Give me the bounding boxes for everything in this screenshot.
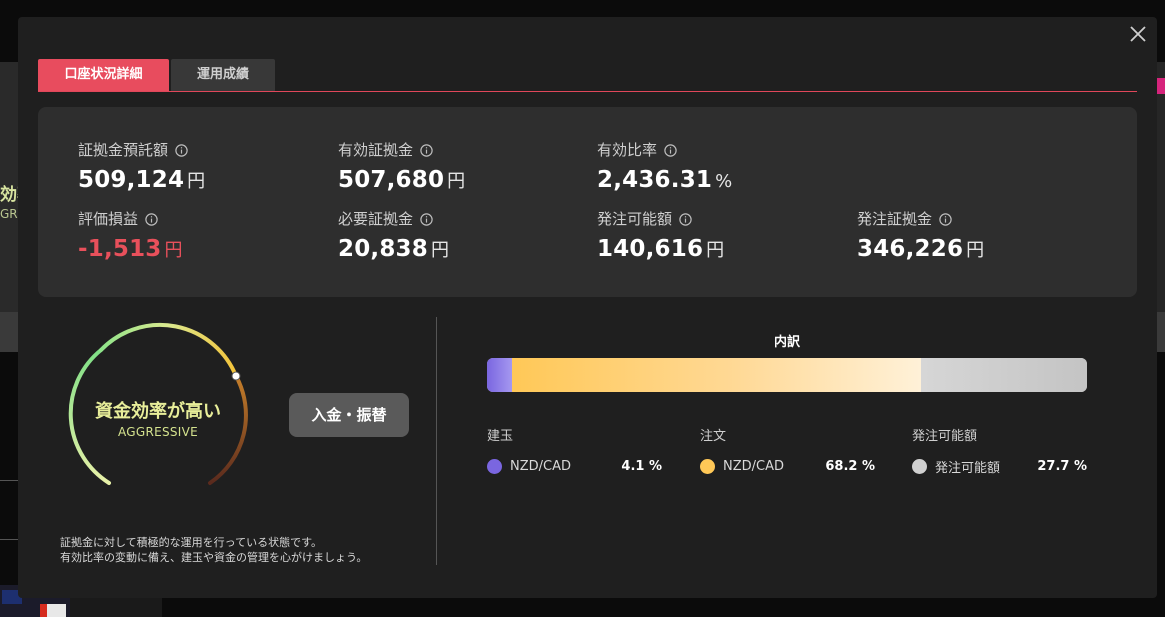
bar-segment-orders (511, 358, 921, 392)
info-icon[interactable] (420, 212, 433, 226)
unrealized-pl-unit: 円 (164, 240, 183, 261)
legend-pct-positions: 4.1 % (621, 458, 662, 474)
background-lines-left (0, 480, 18, 540)
unrealized-pl-value: -1,513 (78, 236, 162, 262)
gauge-subtitle: AGGRESSIVE (117, 425, 199, 439)
tab-bar: 口座状況詳細 運用成績 (38, 59, 1137, 92)
order-margin-value: 346,226 (857, 236, 964, 262)
background-strip-left (0, 312, 18, 352)
cad-flag-icon (40, 604, 66, 617)
breakdown-bar (487, 358, 1087, 392)
tab-account-status[interactable]: 口座状況詳細 (38, 59, 169, 91)
margin-deposit-label: 証拠金預託額 (78, 140, 169, 159)
required-margin-value: 20,838 (338, 236, 428, 262)
margin-deposit-unit: 円 (187, 171, 206, 192)
legend-header-positions: 建玉 (487, 429, 514, 444)
info-icon[interactable] (679, 212, 692, 226)
legend-name-orders: NZD/CAD (723, 458, 785, 474)
info-icon[interactable] (420, 143, 433, 157)
available-order-cell: 発注可能額 140,616 円 (597, 208, 847, 263)
legend-available: 発注可能額 発注可能額 27.7 % (912, 425, 1087, 476)
legend-name-available: 発注可能額 (935, 460, 1001, 476)
unrealized-pl-label: 評価損益 (78, 209, 139, 228)
legend-orders: 注文 NZD/CAD 68.2 % (700, 425, 875, 474)
tab-performance[interactable]: 運用成績 (171, 59, 275, 91)
available-order-value: 140,616 (597, 236, 704, 262)
legend-pct-orders: 68.2 % (825, 458, 875, 474)
info-icon[interactable] (175, 143, 188, 157)
required-margin-unit: 円 (430, 240, 449, 261)
order-margin-unit: 円 (966, 240, 985, 261)
account-status-modal: 口座状況詳細 運用成績 証拠金預託額 509,124 円 有効証拠金 507,68… (18, 17, 1157, 598)
legend-header-orders: 注文 (700, 429, 727, 444)
gauge-title: 資金効率が高い (95, 401, 221, 422)
efficiency-gauge: 資金効率が高い AGGRESSIVE (68, 322, 248, 497)
effective-margin-value: 507,680 (338, 167, 445, 193)
margin-deposit-value: 509,124 (78, 167, 185, 193)
description-line-1: 証拠金に対して積極的な運用を行っている状態です。 (60, 536, 323, 549)
info-icon[interactable] (939, 212, 952, 226)
available-order-label: 発注可能額 (597, 209, 673, 228)
background-strip-right (1157, 312, 1165, 352)
status-description: 証拠金に対して積極的な運用を行っている状態です。 有効比率の変動に備え、建玉や資… (60, 535, 367, 565)
breakdown-title: 内訳 (773, 335, 800, 350)
bar-segment-positions (487, 358, 512, 392)
background-badge-right (1157, 78, 1165, 94)
legend-positions: 建玉 NZD/CAD 4.1 % (487, 425, 662, 474)
effective-ratio-value: 2,436.31 (597, 167, 713, 193)
legend-pct-available: 27.7 % (1037, 458, 1087, 474)
legend-name-positions: NZD/CAD (510, 458, 572, 474)
available-order-unit: 円 (706, 240, 725, 261)
effective-margin-label: 有効証拠金 (338, 140, 414, 159)
legend-header-available: 発注可能額 (912, 429, 978, 444)
info-icon[interactable] (145, 212, 158, 226)
background-bottom-bar (70, 598, 162, 617)
account-summary-panel: 証拠金預託額 509,124 円 有効証拠金 507,680 円 有効比率 2,43… (38, 107, 1137, 297)
required-margin-cell: 必要証拠金 20,838 円 (338, 208, 588, 263)
legend-dot-orders (700, 458, 715, 474)
effective-margin-cell: 有効証拠金 507,680 円 (338, 139, 588, 194)
bar-segment-available (920, 358, 1087, 392)
order-margin-cell: 発注証拠金 346,226 円 (857, 208, 1107, 263)
effective-margin-unit: 円 (447, 171, 466, 192)
vertical-divider (436, 317, 437, 565)
background-panel-right (1157, 62, 1165, 312)
required-margin-label: 必要証拠金 (338, 209, 414, 228)
margin-deposit-cell: 証拠金預託額 509,124 円 (78, 139, 328, 194)
close-icon[interactable] (1127, 23, 1149, 45)
effective-ratio-label: 有効比率 (597, 140, 658, 159)
description-line-2: 有効比率の変動に備え、建玉や資金の管理を心がけましょう。 (60, 551, 368, 564)
deposit-transfer-button[interactable]: 入金・振替 (289, 393, 409, 437)
info-icon[interactable] (664, 143, 677, 157)
unrealized-pl-cell: 評価損益 -1,513 円 (78, 208, 328, 263)
order-margin-label: 発注証拠金 (857, 209, 933, 228)
legend-dot-available (912, 458, 927, 474)
legend-dot-positions (487, 458, 502, 474)
effective-ratio-unit: % (715, 171, 733, 192)
effective-ratio-cell: 有効比率 2,436.31% (597, 139, 847, 194)
